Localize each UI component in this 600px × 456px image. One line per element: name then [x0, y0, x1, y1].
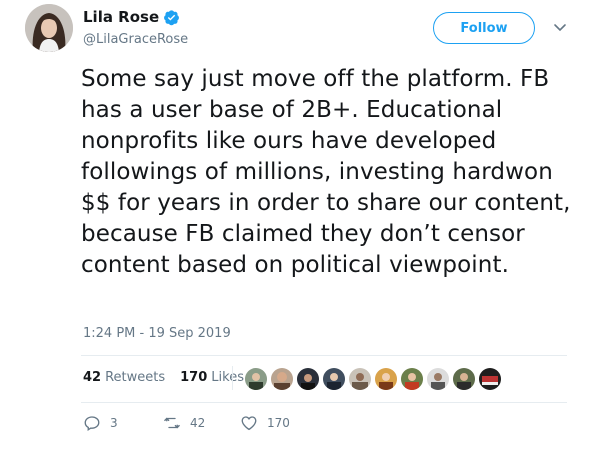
likes-stat[interactable]: 170 Likes [180, 370, 244, 385]
tweet-text: Some say just move off the platform. FB … [81, 66, 571, 278]
likes-label: Likes [211, 370, 244, 385]
retweets-stat[interactable]: 42 Retweets [83, 370, 165, 385]
like-count: 170 [267, 416, 290, 430]
divider [81, 355, 567, 356]
verified-badge-icon [163, 9, 180, 26]
liker-avatar[interactable] [452, 367, 476, 391]
like-icon [240, 414, 258, 432]
tweet-timestamp[interactable]: 1:24 PM - 19 Sep 2019 [83, 326, 231, 341]
reply-icon [83, 414, 101, 432]
tweet-card: Lila Rose @LilaGraceRose Follow Some say… [0, 0, 600, 456]
author-display-name[interactable]: Lila Rose [83, 8, 159, 26]
author-handle[interactable]: @LilaGraceRose [83, 32, 188, 47]
liker-avatar[interactable] [244, 367, 268, 391]
reply-button[interactable]: 3 [83, 414, 163, 432]
retweets-count: 42 [83, 370, 102, 385]
retweet-button[interactable]: 42 [163, 414, 240, 432]
retweet-icon [163, 414, 181, 432]
liker-avatar[interactable] [270, 367, 294, 391]
liker-avatar[interactable] [426, 367, 450, 391]
likers-avatar-list [244, 367, 504, 391]
liker-avatar[interactable] [374, 367, 398, 391]
retweet-count: 42 [190, 416, 206, 430]
tweet-actions: 3 42 170 [83, 414, 290, 432]
chevron-down-icon[interactable] [553, 20, 567, 34]
author-avatar[interactable] [25, 4, 73, 52]
liker-avatar[interactable] [322, 367, 346, 391]
liker-avatar[interactable] [348, 367, 372, 391]
author-name-row: Lila Rose [83, 8, 180, 26]
divider [81, 402, 567, 403]
follow-button[interactable]: Follow [433, 12, 535, 44]
stats-separator [232, 366, 233, 390]
reply-count: 3 [110, 416, 118, 430]
like-button[interactable]: 170 [240, 414, 290, 432]
retweets-label: Retweets [105, 370, 166, 385]
liker-avatar[interactable] [478, 367, 502, 391]
liker-avatar[interactable] [400, 367, 424, 391]
likes-count: 170 [180, 370, 208, 385]
liker-avatar[interactable] [296, 367, 320, 391]
